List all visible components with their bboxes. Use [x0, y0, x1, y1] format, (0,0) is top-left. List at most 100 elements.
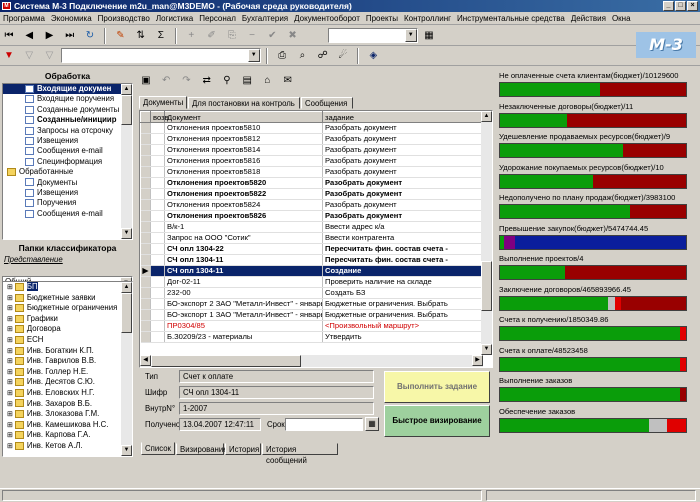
- menu-item[interactable]: Персонал: [196, 12, 239, 25]
- table-row[interactable]: СЧ опл 1304-11 Пересчитать фин. состав сч…: [140, 254, 484, 266]
- expand-icon[interactable]: ⊞: [7, 390, 13, 397]
- menu-item[interactable]: Программа: [0, 12, 48, 25]
- expand-icon[interactable]: ⊞: [7, 422, 13, 429]
- table-row[interactable]: Отклонения проектов5810 Разобрать докумен…: [140, 122, 484, 134]
- table-row[interactable]: Отклонения проектов5824 Разобрать докумен…: [140, 199, 484, 211]
- tree-item[interactable]: Сообщения e-mail: [3, 209, 132, 219]
- documents-grid[interactable]: возв Документ задание Отклонения проектов5…: [139, 110, 493, 368]
- menu-item[interactable]: Окна: [609, 12, 634, 25]
- classifier-folder[interactable]: ⊞ Инв. Карпова Г.А.: [3, 430, 132, 441]
- tree-item[interactable]: Созданные/инициир: [3, 115, 132, 125]
- tree-item[interactable]: Поручения: [3, 198, 132, 208]
- table-row[interactable]: Дог-02-11 Проверить наличие на складе: [140, 276, 484, 288]
- funnel-clear-icon[interactable]: ▽: [21, 48, 37, 64]
- bottom-tab[interactable]: Визирование: [176, 443, 228, 455]
- expand-icon[interactable]: ⊞: [7, 369, 13, 376]
- expand-icon[interactable]: ⊞: [7, 379, 13, 386]
- classifier-folder[interactable]: ⊞ БП: [3, 282, 132, 293]
- bottom-tab[interactable]: История сообщений: [262, 443, 338, 465]
- export-icon[interactable]: ☍: [315, 48, 331, 64]
- calendar-icon[interactable]: ▦: [365, 417, 379, 431]
- route-icon[interactable]: ⇄: [199, 73, 215, 89]
- expand-icon[interactable]: ⊞: [7, 411, 13, 418]
- col-task[interactable]: задание: [322, 111, 484, 123]
- processing-tree[interactable]: Входящие докумен Входящие поручения Создан…: [2, 83, 133, 240]
- folder-open-icon[interactable]: ⌂: [259, 73, 275, 89]
- indicator-bar[interactable]: [499, 143, 687, 158]
- table-row[interactable]: Отклонения проектов5814 Разобрать докумен…: [140, 144, 484, 156]
- sum-icon[interactable]: Σ: [153, 28, 169, 44]
- book-icon[interactable]: ▤: [239, 73, 255, 89]
- tree-item[interactable]: Запросы на отсрочку: [3, 126, 132, 136]
- expand-icon[interactable]: ⊞: [7, 284, 13, 291]
- refresh-icon[interactable]: ↻: [82, 28, 98, 44]
- expand-icon[interactable]: ⊞: [7, 401, 13, 408]
- menu-item[interactable]: Действия: [568, 12, 609, 25]
- funnel-icon[interactable]: ▼: [1, 48, 17, 64]
- table-row[interactable]: СЧ опл 1304-22 Пересчитать фин. состав сч…: [140, 243, 484, 255]
- filter-combo[interactable]: ▼: [60, 48, 261, 63]
- expand-icon[interactable]: ⊞: [7, 326, 13, 333]
- menu-item[interactable]: Документооборот: [291, 12, 363, 25]
- save-icon[interactable]: ✔: [264, 28, 280, 44]
- menu-item[interactable]: Инструментальные средства: [454, 12, 568, 25]
- classifier-folder[interactable]: ⊞ Инв. Захаров В.Б.: [3, 399, 132, 410]
- table-row[interactable]: Отклонения проектов5826 Разобрать докумен…: [140, 210, 484, 222]
- tab-documents[interactable]: Документы: [139, 96, 187, 109]
- last-record-icon[interactable]: ⏭: [62, 28, 78, 44]
- classifier-folder[interactable]: ⊞ Бюджетные заявки: [3, 293, 132, 304]
- indicator-bar[interactable]: [499, 173, 687, 189]
- tree-item[interactable]: Созданные документы: [3, 105, 132, 115]
- table-row[interactable]: В/к-1 Ввести адрес к/а: [140, 221, 484, 233]
- grid-hscroll[interactable]: ◀ ▶: [140, 355, 483, 367]
- classifier-folder[interactable]: ⊞ Инв. Злоказова Г.М.: [3, 409, 132, 420]
- table-row[interactable]: БО-экспорт 1 ЗАО "Металл-Инвест" - январ…: [140, 309, 484, 321]
- due-field[interactable]: [285, 418, 363, 431]
- attach-icon[interactable]: ⚲: [219, 73, 235, 89]
- classifier-folder[interactable]: ⊞ Договора: [3, 324, 132, 335]
- execute-task-button[interactable]: Выполнить задание: [384, 371, 490, 403]
- menu-item[interactable]: Экономика: [48, 12, 95, 25]
- tree-item[interactable]: Документы: [3, 178, 132, 188]
- table-row[interactable]: Отклонения проектов5816 Разобрать докумен…: [140, 155, 484, 167]
- menu-item[interactable]: Производство: [95, 12, 153, 25]
- expand-icon[interactable]: ⊞: [7, 432, 13, 439]
- menu-item[interactable]: Бухгалтерия: [239, 12, 291, 25]
- maximize-button[interactable]: □: [675, 1, 686, 11]
- tree-item[interactable]: Сообщения e-mail: [3, 146, 132, 156]
- copy-icon[interactable]: ⎘: [224, 28, 240, 44]
- indicator-bar[interactable]: [499, 356, 687, 372]
- indicator-bar[interactable]: [499, 234, 687, 250]
- indicator-bar[interactable]: [499, 204, 687, 219]
- print-icon[interactable]: ⎙: [274, 48, 290, 64]
- tab-messages[interactable]: Сообщения: [301, 97, 353, 109]
- close-button[interactable]: ×: [687, 1, 698, 11]
- tree-item[interactable]: Извещения: [3, 136, 132, 146]
- expand-icon[interactable]: ⊞: [7, 305, 13, 312]
- next-record-icon[interactable]: ▶: [41, 28, 57, 44]
- indicator-bar[interactable]: [499, 417, 687, 433]
- quick-approve-button[interactable]: Быстрое визирование: [384, 405, 490, 437]
- expand-icon[interactable]: ⊞: [7, 443, 13, 450]
- table-row[interactable]: 232-00 Создать БЗ: [140, 287, 484, 299]
- col-document[interactable]: Документ: [164, 111, 323, 123]
- prev-record-icon[interactable]: ◀: [21, 28, 37, 44]
- filter-icon[interactable]: ✎: [112, 28, 128, 44]
- note-icon[interactable]: ✉: [280, 73, 296, 89]
- indicator-bar[interactable]: [499, 326, 687, 341]
- table-row[interactable]: ▶ СЧ опл 1304-11 Создание: [140, 265, 484, 277]
- tree-item[interactable]: Входящие докумен: [3, 84, 132, 95]
- menu-item[interactable]: Логистика: [153, 12, 196, 25]
- col-return[interactable]: возв: [150, 111, 169, 123]
- minimize-button[interactable]: _: [663, 1, 674, 11]
- classifier-folder[interactable]: ⊞ Инв. Кетов А.Л.: [3, 441, 132, 452]
- table-row[interactable]: Запрос на ООО "Сотик" Ввести контрагента: [140, 232, 484, 244]
- first-record-icon[interactable]: ⏮: [1, 28, 17, 44]
- cancel-icon[interactable]: ✖: [285, 28, 301, 44]
- view-icon[interactable]: ▣: [138, 73, 154, 89]
- indicator-bar[interactable]: [499, 82, 687, 97]
- tree-item[interactable]: Входящие поручения: [3, 94, 132, 104]
- sort-icon[interactable]: ⇅: [133, 28, 149, 44]
- tree-item[interactable]: Обработанные: [3, 167, 132, 177]
- table-row[interactable]: Отклонения проектов5812 Разобрать докумен…: [140, 133, 484, 145]
